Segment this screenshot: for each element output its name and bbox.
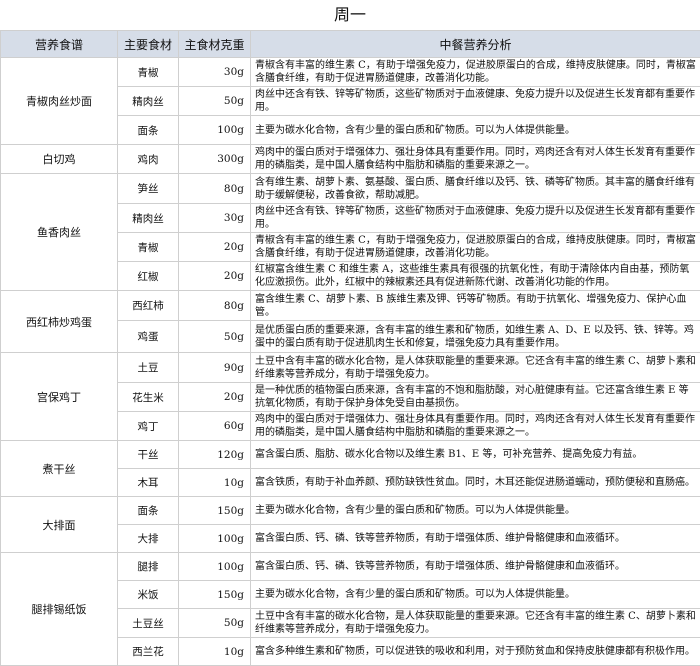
- ingredient-weight: 30g: [178, 57, 251, 87]
- dish-name: 鱼香肉丝: [0, 173, 118, 291]
- ingredient-name: 木耳: [117, 468, 179, 497]
- ingredient-name: 鸡肉: [117, 144, 179, 174]
- table-header-row: 营养食谱 主要食材 主食材克重 中餐营养分析: [0, 30, 700, 58]
- ingredient-weight: 100g: [178, 115, 251, 145]
- ingredient-name: 西兰花: [117, 637, 179, 666]
- ingredient-weight: 100g: [178, 524, 251, 553]
- table-row: 西红柿炒鸡蛋 西红柿 80g 富含维生素 C、胡萝卜素、B 族维生素及钾、钙等矿物质。…: [0, 290, 700, 353]
- ingredient-name: 红椒: [117, 261, 179, 291]
- table-row: 煮干丝 干丝 120g 富含蛋白质、脂肪、碳水化合物以及维生素 B1、E 等，可补充营…: [0, 440, 700, 497]
- dish-name: 白切鸡: [0, 144, 118, 174]
- ingredient-name: 青椒: [117, 57, 179, 87]
- ingredient-weight: 20g: [178, 382, 251, 412]
- header-analysis: 中餐营养分析: [250, 30, 700, 58]
- ingredient-weight: 60g: [178, 411, 251, 441]
- ingredient-weight: 30g: [178, 203, 251, 233]
- menu-table: 营养食谱 主要食材 主食材克重 中餐营养分析 青椒肉丝炒面 青椒 30g 青椒含有丰富…: [0, 30, 700, 666]
- header-weight: 主食材克重: [178, 30, 251, 58]
- table-row: 鱼香肉丝 笋丝 80g 含有维生素、胡萝卜素、氨基酸、蛋白质、膳食纤维以及钙、铁、磷等…: [0, 173, 700, 291]
- ingredient-weight: 150g: [178, 496, 251, 525]
- nutrition-analysis: 主要为碳水化合物，含有少量的蛋白质和矿物质。可以为人体提供能量。: [250, 115, 700, 145]
- page-title: 周一: [333, 5, 366, 24]
- ingredient-weight: 10g: [178, 637, 251, 666]
- ingredient-name: 鸡蛋: [117, 320, 179, 353]
- nutrition-analysis: 富含蛋白质、脂肪、碳水化合物以及维生素 B1、E 等，可补充营养、提高免疫力有益…: [250, 440, 700, 469]
- ingredient-name: 土豆: [117, 352, 179, 383]
- dish-name: 西红柿炒鸡蛋: [0, 290, 118, 353]
- nutrition-analysis: 青椒含有丰富的维生素 C，有助于增强免疫力，促进胶原蛋白的合成，维持皮肤健康。同…: [250, 57, 700, 87]
- ingredient-weight: 100g: [178, 552, 251, 581]
- nutrition-analysis: 红椒富含维生素 C 和维生素 A，这些维生素具有很强的抗氧化性，有助于清除体内自…: [250, 261, 700, 291]
- ingredient-weight: 20g: [178, 261, 251, 291]
- table-row: 腿排锡纸饭 腿排 100g 富含蛋白质、钙、磷、铁等营养物质，有助于增强体质、维护骨骼…: [0, 552, 700, 666]
- ingredient-name: 精肉丝: [117, 86, 179, 116]
- ingredient-weight: 300g: [178, 144, 251, 174]
- ingredient-weight: 20g: [178, 232, 251, 262]
- ingredient-name: 笋丝: [117, 173, 179, 204]
- header-dish: 营养食谱: [0, 30, 118, 58]
- nutrition-analysis: 青椒含有丰富的维生素 C，有助于增强免疫力，促进胶原蛋白的合成，维持皮肤健康。同…: [250, 232, 700, 262]
- nutrition-analysis: 土豆中含有丰富的碳水化合物，是人体获取能量的重要来源。它还含有丰富的维生素 C、…: [250, 352, 700, 383]
- ingredient-weight: 90g: [178, 352, 251, 383]
- table-body: 青椒肉丝炒面 青椒 30g 青椒含有丰富的维生素 C，有助于增强免疫力，促进胶原蛋白的…: [0, 57, 700, 666]
- nutrition-analysis: 土豆中含有丰富的碳水化合物，是人体获取能量的重要来源。它还含有丰富的维生素 C、…: [250, 608, 700, 638]
- nutrition-analysis: 鸡肉中的蛋白质对于增强体力、强壮身体具有重要作用。同时，鸡肉还含有对人体生长发育…: [250, 411, 700, 441]
- table-row: 青椒肉丝炒面 青椒 30g 青椒含有丰富的维生素 C，有助于增强免疫力，促进胶原蛋白的…: [0, 57, 700, 145]
- ingredient-name: 大排: [117, 524, 179, 553]
- dish-name: 大排面: [0, 496, 118, 553]
- dish-name: 腿排锡纸饭: [0, 552, 118, 666]
- ingredient-weight: 50g: [178, 320, 251, 353]
- ingredient-weight: 50g: [178, 86, 251, 116]
- nutrition-analysis: 富含铁质，有助于补血养颜、预防缺铁性贫血。同时，木耳还能促进肠道蠕动，预防便秘和…: [250, 468, 700, 497]
- nutrition-analysis: 富含蛋白质、钙、磷、铁等营养物质，有助于增强体质、维护骨骼健康和血液循环。: [250, 552, 700, 581]
- ingredient-name: 花生米: [117, 382, 179, 412]
- header-ingredient: 主要食材: [117, 30, 179, 58]
- dish-name: 宫保鸡丁: [0, 352, 118, 441]
- ingredient-name: 精肉丝: [117, 203, 179, 233]
- ingredient-name: 腿排: [117, 552, 179, 581]
- nutrition-analysis: 富含蛋白质、钙、磷、铁等营养物质，有助于增强体质、维护骨骼健康和血液循环。: [250, 524, 700, 553]
- nutrition-analysis: 主要为碳水化合物，含有少量的蛋白质和矿物质。可以为人体提供能量。: [250, 496, 700, 525]
- dish-name: 青椒肉丝炒面: [0, 57, 118, 145]
- table-row: 宫保鸡丁 土豆 90g 土豆中含有丰富的碳水化合物，是人体获取能量的重要来源。它还含有…: [0, 352, 700, 441]
- ingredient-name: 土豆丝: [117, 608, 179, 638]
- ingredient-weight: 10g: [178, 468, 251, 497]
- nutrition-analysis: 是优质蛋白质的重要来源，含有丰富的维生素和矿物质，如维生素 A、D、E 以及钙、…: [250, 320, 700, 353]
- nutrition-analysis: 鸡肉中的蛋白质对于增强体力、强壮身体具有重要作用。同时，鸡肉还含有对人体生长发育…: [250, 144, 700, 174]
- ingredient-weight: 120g: [178, 440, 251, 469]
- ingredient-name: 青椒: [117, 232, 179, 262]
- nutrition-analysis: 含有维生素、胡萝卜素、氨基酸、蛋白质、膳食纤维以及钙、铁、磷等矿物质。其丰富的膳…: [250, 173, 700, 204]
- table-row: 大排面 面条 150g 主要为碳水化合物，含有少量的蛋白质和矿物质。可以为人体提供能量…: [0, 496, 700, 553]
- nutrition-analysis: 肉丝中还含有铁、锌等矿物质，这些矿物质对于血液健康、免疫力提升以及促进生长发育都…: [250, 86, 700, 116]
- ingredient-name: 干丝: [117, 440, 179, 469]
- ingredient-name: 鸡丁: [117, 411, 179, 441]
- ingredient-weight: 80g: [178, 290, 251, 321]
- ingredient-name: 西红柿: [117, 290, 179, 321]
- ingredient-weight: 150g: [178, 580, 251, 609]
- ingredient-name: 面条: [117, 496, 179, 525]
- ingredient-weight: 50g: [178, 608, 251, 638]
- dish-name: 煮干丝: [0, 440, 118, 497]
- ingredient-weight: 80g: [178, 173, 251, 204]
- nutrition-analysis: 富含维生素 C、胡萝卜素、B 族维生素及钾、钙等矿物质。有助于抗氧化、增强免疫力…: [250, 290, 700, 321]
- table-row: 白切鸡 鸡肉 300g 鸡肉中的蛋白质对于增强体力、强壮身体具有重要作用。同时，鸡肉还…: [0, 144, 700, 174]
- ingredient-name: 米饭: [117, 580, 179, 609]
- nutrition-analysis: 是一种优质的植物蛋白质来源，含有丰富的不饱和脂肪酸，对心脏健康有益。它还富含维生…: [250, 382, 700, 412]
- nutrition-analysis: 主要为碳水化合物，含有少量的蛋白质和矿物质。可以为人体提供能量。: [250, 580, 700, 609]
- nutrition-analysis: 肉丝中还含有铁、锌等矿物质，这些矿物质对于血液健康、免疫力提升以及促进生长发育都…: [250, 203, 700, 233]
- ingredient-name: 面条: [117, 115, 179, 145]
- nutrition-analysis: 富含多种维生素和矿物质，可以促进铁的吸收和利用，对于预防贫血和保持皮肤健康都有积…: [250, 637, 700, 666]
